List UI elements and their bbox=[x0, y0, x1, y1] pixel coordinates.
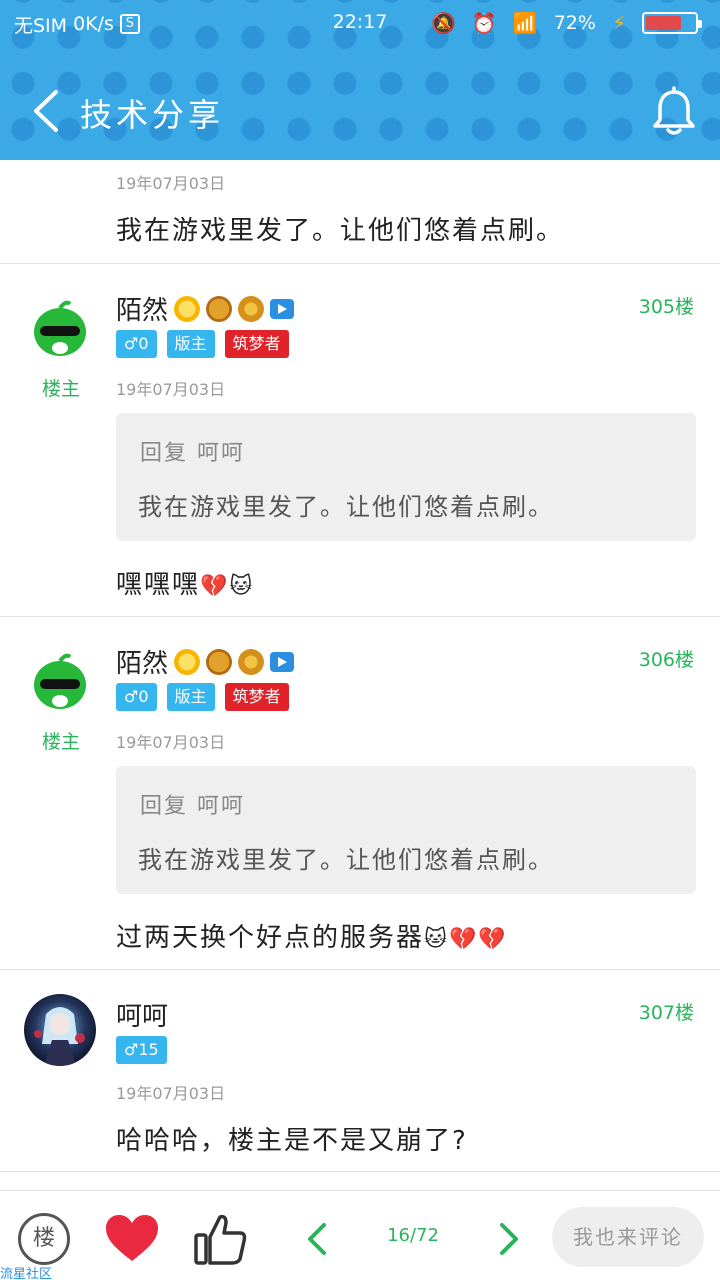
username[interactable]: 陌然 bbox=[116, 290, 295, 327]
comment-item-fragment: 19年07月03日 我在游戏里发了。让他们悠着点刷。 bbox=[0, 160, 720, 264]
post-text: 哈哈哈，楼主是不是又崩了? bbox=[116, 1126, 468, 1156]
username[interactable]: 呵呵 bbox=[116, 996, 168, 1033]
anime-avatar-icon bbox=[24, 994, 96, 1066]
watermark: 流星社区 bbox=[0, 1267, 53, 1280]
battery-icon bbox=[642, 12, 702, 34]
post-text: 过两天换个好点的服务器🐱💔💔 bbox=[116, 917, 508, 954]
post-date: 19年07月03日 bbox=[116, 1084, 226, 1103]
quote-header: 回复 呵呵 bbox=[140, 794, 245, 819]
heart-icon[interactable] bbox=[104, 1213, 160, 1263]
moderator-tag: 版主 bbox=[166, 330, 215, 358]
quote-text: 我在游戏里发了。让他们悠着点刷。 bbox=[138, 846, 554, 874]
post-date: 19年07月03日 bbox=[116, 733, 226, 752]
next-page-icon[interactable] bbox=[494, 1221, 522, 1257]
android-avatar-icon bbox=[24, 645, 96, 717]
username-text: 呵呵 bbox=[116, 1002, 169, 1032]
battery-percent: 72% bbox=[553, 12, 596, 34]
comment-item-307: 呵呵 307楼 ♂15 19年07月03日 哈哈哈，楼主是不是又崩了? bbox=[0, 970, 720, 1172]
moderator-tag: 版主 bbox=[166, 683, 215, 711]
emoji-icons: 🐱💔💔 bbox=[424, 927, 508, 952]
gold-medal-icon bbox=[206, 648, 233, 675]
video-icon bbox=[270, 651, 295, 672]
floor-number: 306楼 bbox=[638, 649, 694, 671]
quoted-reply[interactable]: 回复 呵呵 我在游戏里发了。让他们悠着点刷。 bbox=[116, 413, 696, 541]
post-date: 19年07月03日 bbox=[116, 174, 226, 193]
username[interactable]: 陌然 bbox=[116, 643, 295, 680]
avatar[interactable] bbox=[24, 994, 96, 1066]
user-badges: ♂0 版主 筑梦者 bbox=[116, 683, 289, 711]
floor-number: 307楼 bbox=[638, 1002, 694, 1024]
quoted-reply[interactable]: 回复 呵呵 我在游戏里发了。让他们悠着点刷。 bbox=[116, 766, 696, 894]
comment-button[interactable]: 我也来评论 bbox=[552, 1207, 704, 1267]
floor-number: 305楼 bbox=[638, 296, 694, 318]
wifi-icon: 📶 bbox=[512, 11, 538, 35]
username-text: 陌然 bbox=[116, 296, 169, 326]
avatar[interactable] bbox=[24, 645, 96, 717]
gold-medal-icon bbox=[206, 295, 233, 322]
level-medal-icon bbox=[174, 648, 201, 675]
quote-header: 回复 呵呵 bbox=[140, 441, 245, 466]
gender-tag: ♂0 bbox=[116, 330, 157, 358]
gender-tag: ♂0 bbox=[116, 683, 157, 711]
gender-tag: ♂15 bbox=[116, 1036, 167, 1064]
bell-icon[interactable] bbox=[650, 86, 698, 138]
page-indicator[interactable]: 16/72 bbox=[370, 1225, 456, 1246]
avatar[interactable] bbox=[24, 292, 96, 364]
user-badges: ♂15 bbox=[116, 1036, 167, 1064]
post-date: 19年07月03日 bbox=[116, 380, 226, 399]
op-label: 楼主 bbox=[42, 731, 81, 753]
dreamer-tag: 筑梦者 bbox=[224, 683, 289, 711]
thumbs-up-icon[interactable] bbox=[192, 1211, 248, 1267]
op-label: 楼主 bbox=[42, 378, 81, 400]
status-bar: 无SIM 0K/s S 22:17 🔕 ⏰ 📶 72% ⚡ bbox=[0, 0, 720, 48]
post-text: 嘿嘿嘿💔🐱 bbox=[116, 564, 254, 601]
page-title: 技术分享 bbox=[80, 96, 225, 134]
user-badges: ♂0 版主 筑梦者 bbox=[116, 330, 289, 358]
post-text-content: 嘿嘿嘿 bbox=[116, 570, 201, 600]
level-medal-icon bbox=[174, 295, 201, 322]
back-arrow-icon[interactable] bbox=[28, 88, 64, 134]
comment-item-306: 楼主 陌然 306楼 ♂0 版主 筑梦者 19年07月03日 回复 呵呵 我在游… bbox=[0, 617, 720, 970]
android-avatar-icon bbox=[24, 292, 96, 364]
bottom-bar: 楼 流星社区 16/72 我也来评论 bbox=[0, 1190, 720, 1280]
alarm-icon: ⏰ bbox=[471, 11, 497, 35]
username-text: 陌然 bbox=[116, 649, 169, 679]
post-text: 我在游戏里发了。让他们悠着点刷。 bbox=[116, 216, 565, 246]
comment-item-305: 楼主 陌然 305楼 ♂0 版主 筑梦者 19年07月03日 回复 呵呵 我在游… bbox=[0, 264, 720, 617]
wing-medal-icon bbox=[238, 295, 265, 322]
charging-icon: ⚡ bbox=[611, 11, 626, 35]
quote-text: 我在游戏里发了。让他们悠着点刷。 bbox=[138, 493, 554, 521]
video-icon bbox=[270, 298, 295, 319]
comment-list: 19年07月03日 我在游戏里发了。让他们悠着点刷。 楼主 陌然 305楼 ♂0… bbox=[0, 160, 720, 1190]
header: 技术分享 bbox=[0, 60, 720, 160]
top-bar: 无SIM 0K/s S 22:17 🔕 ⏰ 📶 72% ⚡ 技术分享 bbox=[0, 0, 720, 160]
previous-page-icon[interactable] bbox=[304, 1221, 332, 1257]
post-text-content: 过两天换个好点的服务器 bbox=[116, 923, 425, 953]
dreamer-tag: 筑梦者 bbox=[224, 330, 289, 358]
wing-medal-icon bbox=[238, 648, 265, 675]
mute-icon: 🔕 bbox=[431, 11, 456, 35]
emoji-icons: 💔🐱 bbox=[200, 574, 255, 599]
floor-jump-button[interactable]: 楼 bbox=[18, 1213, 70, 1265]
